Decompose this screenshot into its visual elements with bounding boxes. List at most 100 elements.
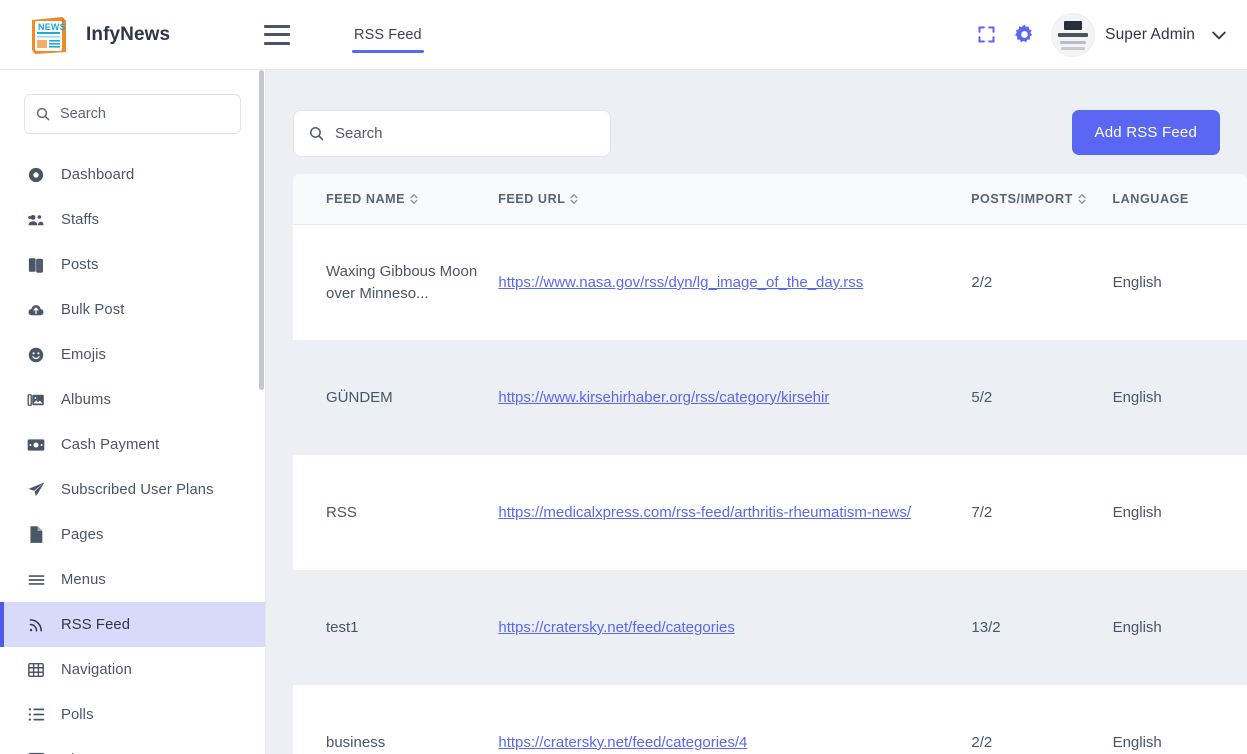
top-header-bar: NEWS InfyNews RSS Feed Super Admin bbox=[0, 0, 1247, 70]
username-label: Super Admin bbox=[1105, 25, 1195, 43]
file-page-icon bbox=[25, 524, 47, 546]
column-header-label: FEED URL bbox=[498, 192, 566, 206]
sidebar: Dashboard Staffs bbox=[0, 70, 265, 754]
sidebar-item-navigation[interactable]: Navigation bbox=[0, 647, 265, 692]
grid-table-icon bbox=[25, 659, 47, 681]
sort-toggle-icon[interactable] bbox=[570, 193, 578, 205]
table-row[interactable]: Waxing Gibbous Moon over Minneso... http… bbox=[293, 225, 1247, 340]
images-stack-icon bbox=[25, 389, 47, 411]
column-header-label: LANGUAGE bbox=[1112, 192, 1189, 206]
cloud-upload-icon bbox=[25, 299, 47, 321]
sidebar-item-pages[interactable]: Pages bbox=[0, 512, 265, 557]
tab-rss-feed-label: RSS Feed bbox=[354, 26, 422, 43]
smiley-face-icon bbox=[25, 344, 47, 366]
sort-toggle-icon[interactable] bbox=[410, 193, 418, 205]
sidebar-item-label: Pages bbox=[61, 526, 104, 543]
avatar-logo-mark bbox=[1064, 20, 1083, 30]
cell-language: English bbox=[1112, 733, 1162, 751]
table-row[interactable]: RSS https://medicalxpress.com/rss-feed/a… bbox=[293, 455, 1247, 570]
sidebar-item-bulk-post[interactable]: Bulk Post bbox=[0, 287, 265, 332]
cell-feed-url: https://medicalxpress.com/rss-feed/arthr… bbox=[498, 502, 971, 523]
app-root: NEWS InfyNews RSS Feed Super Admin Searc… bbox=[0, 0, 1247, 754]
sidebar-item-label: Cash Payment bbox=[61, 436, 160, 453]
user-avatar-image[interactable] bbox=[1051, 12, 1096, 57]
chevron-down-icon[interactable] bbox=[1209, 25, 1229, 45]
sidebar-item-label: Emojis bbox=[61, 346, 106, 363]
cell-posts-import: 2/2 bbox=[971, 733, 993, 751]
rss-search-input[interactable] bbox=[335, 125, 596, 142]
add-rss-feed-button[interactable]: Add RSS Feed bbox=[1071, 110, 1220, 155]
cell-posts-import: 5/2 bbox=[971, 388, 993, 406]
feed-url-link[interactable]: https://medicalxpress.com/rss-feed/arthr… bbox=[498, 504, 911, 521]
sidebar-item-albums[interactable]: Albums bbox=[0, 377, 265, 422]
rss-feed-table: FEED NAME FEED URL POSTS/IMPORT LANGUAGE… bbox=[293, 174, 1247, 754]
cell-feed-name: test1 bbox=[326, 618, 359, 636]
columns-layout-icon bbox=[25, 749, 47, 754]
feed-url-link[interactable]: https://cratersky.net/feed/categories/4 bbox=[498, 734, 747, 751]
cell-posts-import: 13/2 bbox=[971, 618, 1001, 636]
sidebar-item-label: Albums bbox=[61, 391, 111, 408]
sidebar-item-label: Bulk Post bbox=[61, 301, 125, 318]
column-header-posts-import[interactable]: POSTS/IMPORT bbox=[971, 192, 1112, 206]
sort-toggle-icon[interactable] bbox=[1078, 193, 1086, 205]
cell-feed-name: RSS bbox=[326, 503, 357, 521]
sidebar-item-polls[interactable]: Polls bbox=[0, 692, 265, 737]
sidebar-item-cash-payment[interactable]: Cash Payment bbox=[0, 422, 265, 467]
topbar-right-actions: Super Admin bbox=[967, 12, 1247, 57]
column-header-label: POSTS/IMPORT bbox=[971, 192, 1073, 206]
cell-posts-import: 7/2 bbox=[971, 503, 993, 521]
brand-name: InfyNews bbox=[86, 23, 171, 45]
cell-language: English bbox=[1112, 388, 1162, 406]
sidebar-item-menus[interactable]: Menus bbox=[0, 557, 265, 602]
column-header-label: FEED NAME bbox=[326, 192, 406, 206]
tab-rss-feed[interactable]: RSS Feed bbox=[352, 0, 424, 69]
cell-feed-name: GÜNDEM bbox=[326, 388, 393, 406]
cell-feed-url: https://www.nasa.gov/rss/dyn/lg_image_of… bbox=[498, 272, 971, 293]
table-row[interactable]: business https://cratersky.net/feed/cate… bbox=[293, 685, 1247, 754]
hamburger-menu-icon[interactable] bbox=[264, 24, 290, 45]
column-header-language[interactable]: LANGUAGE bbox=[1112, 192, 1247, 206]
sidebar-item-emojis[interactable]: Emojis bbox=[0, 332, 265, 377]
sidebar-item-label: Subscribed User Plans bbox=[61, 481, 214, 498]
brand-area: NEWS InfyNews bbox=[0, 11, 256, 59]
sidebar-item-subscribed-user-plans[interactable]: Subscribed User Plans bbox=[0, 467, 265, 512]
fullscreen-expand-icon[interactable] bbox=[967, 16, 1005, 54]
cell-language: English bbox=[1112, 618, 1162, 636]
top-nav-tabs: RSS Feed bbox=[352, 0, 424, 69]
sidebar-nav-list: Dashboard Staffs Posts Bulk Post Emojis … bbox=[0, 152, 265, 754]
sidebar-item-label: Dashboard bbox=[61, 166, 135, 183]
feed-url-link[interactable]: https://cratersky.net/feed/categories bbox=[498, 619, 735, 636]
cell-language: English bbox=[1112, 503, 1162, 521]
users-group-icon bbox=[25, 209, 47, 231]
sidebar-item-label: RSS Feed bbox=[61, 616, 131, 633]
table-row[interactable]: GÜNDEM https://www.kirsehirhaber.org/rss… bbox=[293, 340, 1247, 455]
table-row[interactable]: test1 https://cratersky.net/feed/categor… bbox=[293, 570, 1247, 685]
feed-url-link[interactable]: https://www.nasa.gov/rss/dyn/lg_image_of… bbox=[498, 274, 863, 291]
cell-feed-url: https://cratersky.net/feed/categories/4 bbox=[498, 732, 971, 753]
sidebar-item-staffs[interactable]: Staffs bbox=[0, 197, 265, 242]
sidebar-item-dashboard[interactable]: Dashboard bbox=[0, 152, 265, 197]
sidebar-item-label: Staffs bbox=[61, 211, 100, 228]
sidebar-item-label: Navigation bbox=[61, 661, 132, 678]
sidebar-item-posts[interactable]: Posts bbox=[0, 242, 265, 287]
feed-url-link[interactable]: https://www.kirsehirhaber.org/rss/catego… bbox=[498, 389, 829, 406]
table-header-row: FEED NAME FEED URL POSTS/IMPORT LANGUAGE bbox=[293, 174, 1247, 225]
search-icon bbox=[35, 106, 51, 122]
avatar-text-line-2 bbox=[1061, 46, 1086, 50]
sidebar-search-input[interactable] bbox=[60, 106, 230, 122]
main-content: Add RSS Feed FEED NAME FEED URL bbox=[266, 70, 1247, 754]
news-logo-icon: NEWS bbox=[24, 11, 72, 59]
rss-search-box[interactable] bbox=[293, 110, 611, 157]
cell-feed-url: https://www.kirsehirhaber.org/rss/catego… bbox=[498, 387, 971, 408]
sidebar-search-box[interactable] bbox=[24, 94, 241, 134]
sidebar-scrollbar-thumb[interactable] bbox=[259, 70, 264, 390]
sidebar-item-label: Menus bbox=[61, 571, 106, 588]
sidebar-item-rss-feed[interactable]: RSS Feed bbox=[0, 602, 265, 647]
column-header-feed-name[interactable]: FEED NAME bbox=[293, 192, 498, 206]
sidebar-item-plans[interactable]: Plans bbox=[0, 737, 265, 754]
column-header-feed-url[interactable]: FEED URL bbox=[498, 192, 971, 206]
bullet-list-icon bbox=[25, 704, 47, 726]
svg-text:NEWS: NEWS bbox=[38, 22, 66, 32]
avatar-text-line-1 bbox=[1060, 40, 1087, 44]
gear-icon[interactable] bbox=[1005, 16, 1043, 54]
